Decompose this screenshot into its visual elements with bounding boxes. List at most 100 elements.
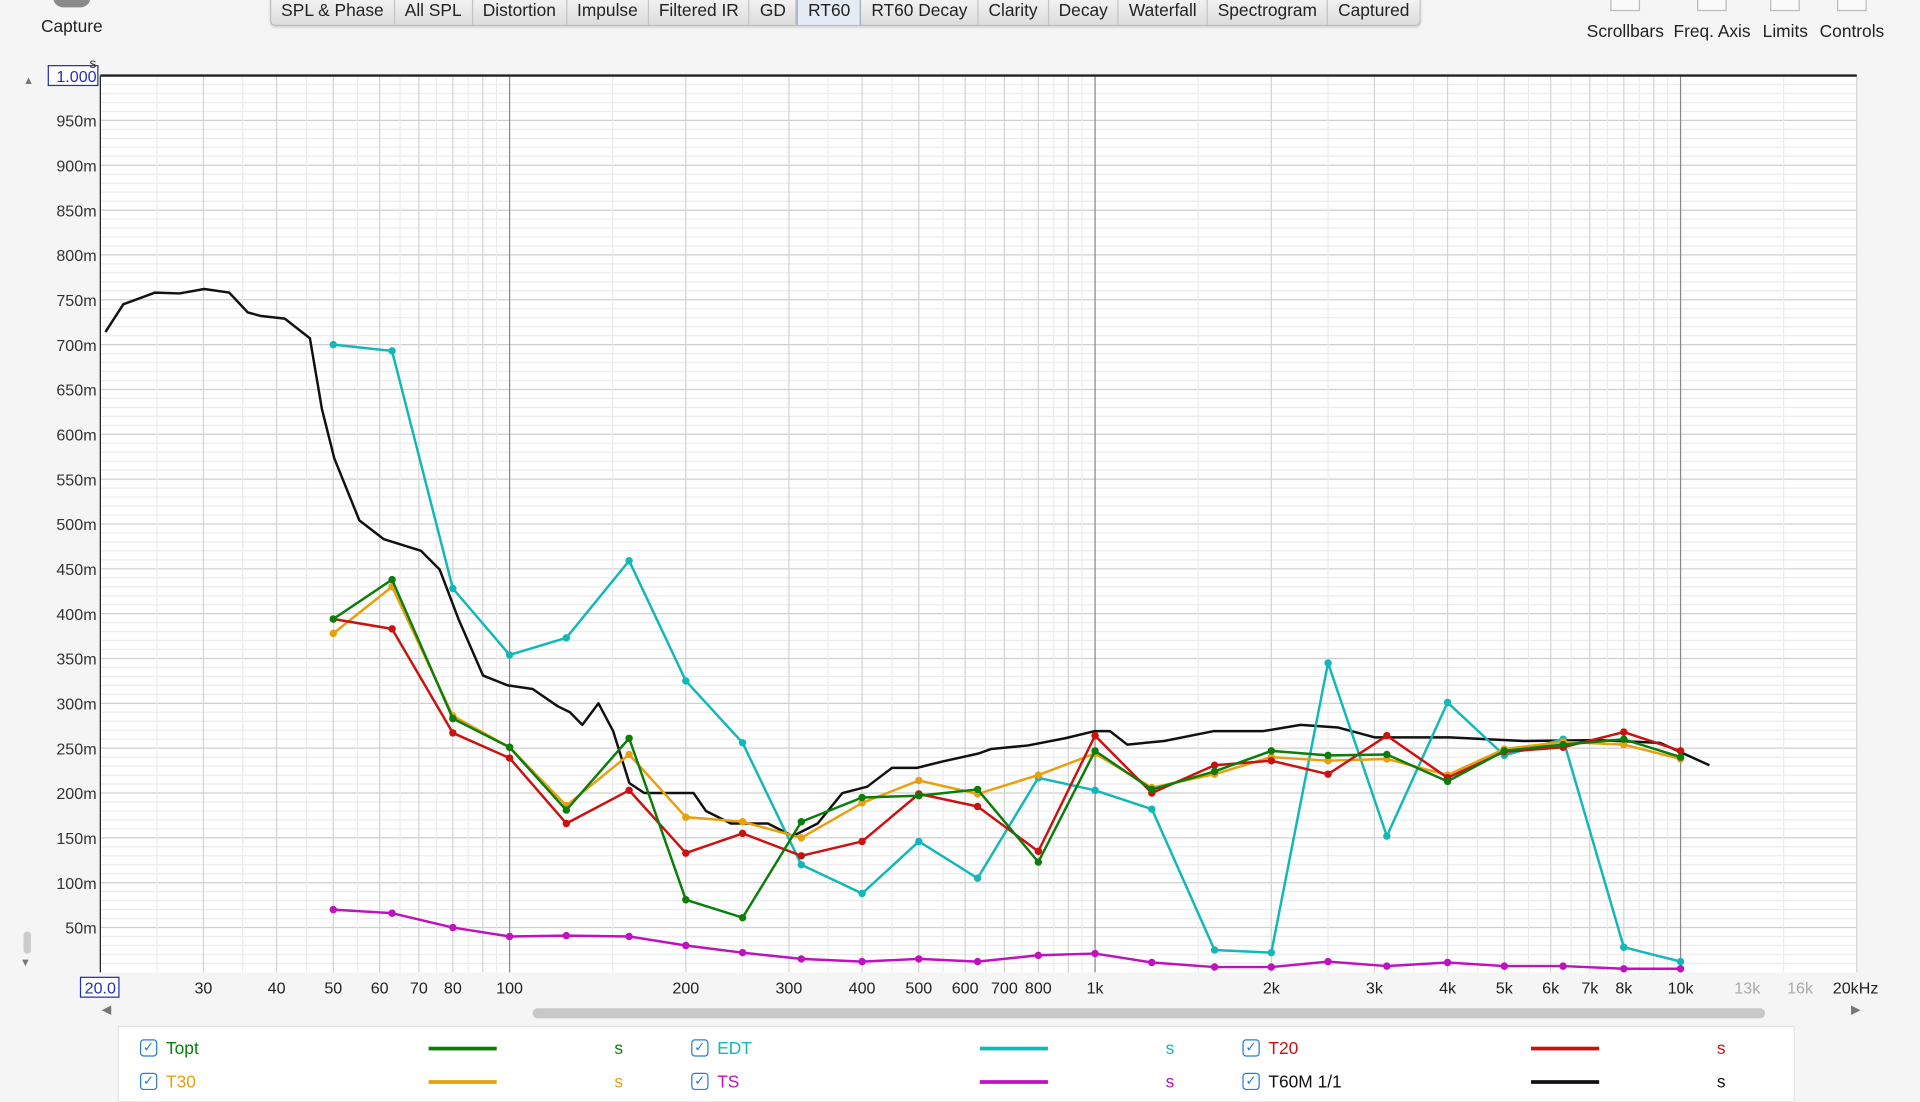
rt60-chart: 1.000950m900m850m800m750m700m650m600m550… <box>47 56 1878 998</box>
vertical-scroll-thumb[interactable] <box>23 931 31 954</box>
legend-swatch <box>979 1046 1048 1051</box>
scroll-left-icon[interactable]: ◀ <box>102 1003 112 1017</box>
x-tick-label: 60 <box>371 979 389 997</box>
x-tick-label: 5k <box>1496 979 1514 997</box>
legend: ✓ Topt s ✓ EDT s ✓ T20 s ✓ T30 s ✓ TS s ✓ T60M 1/1 s <box>117 1025 1795 1102</box>
data-point-edt <box>1267 948 1276 957</box>
data-point-ts <box>858 957 866 966</box>
y-tick-label: 900m <box>56 157 96 175</box>
legend-label: T60M 1/1 <box>1268 1071 1342 1092</box>
x-tick-label: 400 <box>849 979 876 997</box>
scroll-down-icon[interactable]: ▼ <box>20 956 31 968</box>
data-point-t20 <box>797 852 806 860</box>
controls-icon <box>1837 0 1867 12</box>
legend-checkbox[interactable]: ✓ <box>1242 1072 1260 1091</box>
legend-label: EDT <box>717 1038 752 1058</box>
scrollbars-label: Scrollbars <box>1586 21 1664 41</box>
x-tick-label: 10k <box>1668 979 1695 997</box>
legend-swatch <box>1531 1046 1600 1051</box>
data-point-t20 <box>562 819 571 828</box>
freq-axis-button[interactable]: Freq. Axis <box>1673 0 1751 41</box>
data-point-edt <box>1148 805 1156 813</box>
data-point-ts <box>1267 963 1276 971</box>
data-point-edt <box>1383 832 1391 840</box>
legend-label: TS <box>717 1071 740 1092</box>
y-tick-label: 350m <box>56 651 96 669</box>
legend-checkbox[interactable]: ✓ <box>691 1072 709 1091</box>
legend-checkbox[interactable]: ✓ <box>691 1039 709 1057</box>
data-point-topt <box>449 714 457 723</box>
legend-checkbox[interactable]: ✓ <box>1242 1039 1260 1057</box>
data-point-t20 <box>738 829 747 838</box>
legend-unit: s <box>1165 1071 1175 1092</box>
legend-item-t60m-1-1[interactable]: ✓ T60M 1/1 <box>1242 1071 1342 1092</box>
legend-label: T20 <box>1268 1038 1299 1058</box>
scroll-right-icon[interactable]: ▶ <box>1851 1003 1861 1017</box>
data-point-ts <box>915 955 923 963</box>
x-tick-label: 800 <box>1025 979 1052 997</box>
legend-label: Topt <box>165 1038 199 1058</box>
legend-item-edt[interactable]: ✓ EDT <box>691 1038 752 1058</box>
x-tick-label: 4k <box>1439 979 1457 997</box>
data-point-edt <box>562 634 571 642</box>
vertical-scrollbar[interactable]: ▲ ▼ <box>20 74 37 972</box>
scroll-up-icon[interactable]: ▲ <box>20 74 37 86</box>
data-point-topt <box>797 817 806 826</box>
data-point-topt <box>1620 735 1628 743</box>
x-tick-label: 13k <box>1734 979 1761 997</box>
data-point-t20 <box>1383 731 1391 740</box>
data-point-edt <box>1620 943 1628 951</box>
data-point-t30 <box>915 776 923 785</box>
scrollbars-icon <box>1610 0 1641 12</box>
legend-item-t20[interactable]: ✓ T20 <box>1242 1038 1298 1058</box>
data-point-t20 <box>1620 728 1628 736</box>
data-point-edt <box>1443 698 1452 707</box>
data-point-ts <box>1091 949 1099 958</box>
x-tick-label: 600 <box>952 979 979 997</box>
data-point-ts <box>1210 963 1219 971</box>
limits-icon <box>1770 0 1801 12</box>
legend-checkbox[interactable]: ✓ <box>139 1039 158 1057</box>
data-point-t30 <box>797 834 806 842</box>
data-point-topt <box>682 896 690 904</box>
data-point-topt <box>388 575 396 584</box>
x-tick-label: 300 <box>775 979 802 997</box>
data-point-topt <box>1034 858 1043 866</box>
data-point-topt <box>738 913 747 922</box>
data-point-ts <box>1500 962 1509 970</box>
y-tick-label: 700m <box>56 337 96 355</box>
y-tick-label: 250m <box>56 740 96 758</box>
horizontal-scrollbar[interactable]: ◀ ▶ <box>102 1003 1861 1023</box>
data-point-t20 <box>449 729 457 737</box>
data-point-ts <box>388 909 396 917</box>
data-point-edt <box>1324 659 1332 667</box>
x-tick-label: 30 <box>194 979 212 997</box>
y-tick-label: 400m <box>56 606 96 624</box>
data-point-topt <box>973 785 982 794</box>
legend-checkbox[interactable]: ✓ <box>139 1072 158 1091</box>
data-point-topt <box>858 793 866 802</box>
data-point-topt <box>329 615 338 623</box>
y-tick-label: 500m <box>56 516 96 534</box>
data-point-ts <box>1148 958 1156 967</box>
controls-button[interactable]: Controls <box>1820 0 1884 41</box>
y-tick-label: 200m <box>56 785 96 803</box>
y-tick-label: 600m <box>56 426 96 444</box>
data-point-topt <box>1500 747 1509 755</box>
scrollbars-button[interactable]: Scrollbars <box>1587 0 1664 41</box>
legend-item-topt[interactable]: ✓ Topt <box>139 1038 199 1058</box>
data-point-edt <box>1676 957 1685 966</box>
x-tick-label: 20.0 <box>85 979 116 997</box>
data-point-t30 <box>738 817 747 826</box>
data-point-edt <box>682 677 690 685</box>
data-point-ts <box>682 941 690 950</box>
data-point-t20 <box>1324 770 1332 778</box>
horizontal-scroll-thumb[interactable] <box>532 1008 1766 1019</box>
freq-axis-icon <box>1697 0 1727 12</box>
data-point-edt <box>858 889 866 898</box>
limits-button[interactable]: Limits <box>1763 0 1808 41</box>
legend-item-t30[interactable]: ✓ T30 <box>139 1071 196 1091</box>
x-tick-label: 500 <box>905 979 932 997</box>
data-point-t20 <box>973 802 982 811</box>
legend-item-ts[interactable]: ✓ TS <box>691 1071 739 1091</box>
